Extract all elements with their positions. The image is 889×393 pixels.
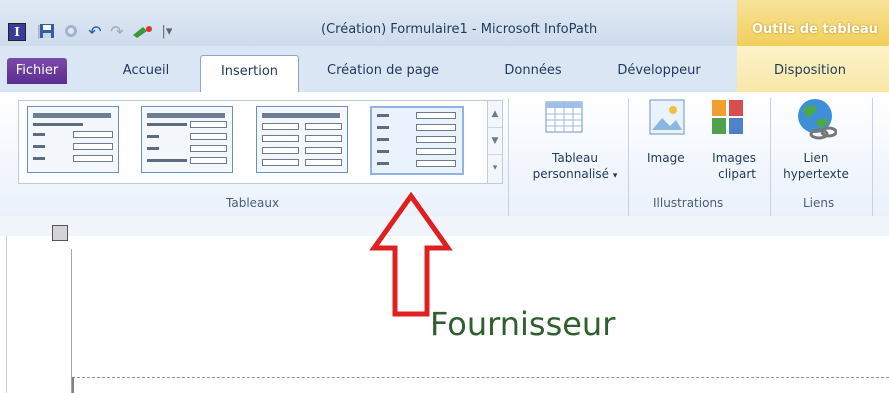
group-label-tableaux: Tableaux xyxy=(226,196,280,210)
annotation-arrow-icon xyxy=(366,190,456,320)
tab-donnees[interactable]: Données xyxy=(492,58,574,84)
clipart-label-2: clipart xyxy=(718,167,756,181)
layout-thumbnail-3[interactable] xyxy=(256,106,348,173)
custom-table-label-2: personnalisé ▾ xyxy=(532,167,618,181)
image-icon[interactable] xyxy=(648,98,686,136)
link-label-1: Lien xyxy=(803,151,829,165)
clipart-icon[interactable] xyxy=(710,98,746,136)
gallery-scrollbar[interactable]: ▲ ▼ ▾ xyxy=(487,100,503,184)
layout-table-handle[interactable] xyxy=(52,225,68,241)
canvas-left-edge xyxy=(6,236,7,393)
save-icon[interactable] xyxy=(38,22,56,40)
clipart-button-label[interactable]: Images clipart xyxy=(704,150,756,182)
window-title: (Création) Formulaire1 - Microsoft InfoP… xyxy=(321,22,598,37)
format-painter-icon[interactable] xyxy=(130,22,156,40)
group-label-illustrations: Illustrations xyxy=(653,196,724,210)
clipart-label-1: Images xyxy=(712,151,756,165)
tab-fichier[interactable]: Fichier xyxy=(7,58,67,84)
layout-thumbnail-4-selected[interactable] xyxy=(370,106,464,175)
infopath-app-icon[interactable]: I xyxy=(8,23,26,41)
hyperlink-button-label[interactable]: Lien hypertexte xyxy=(783,150,849,182)
image-button-label[interactable]: Image xyxy=(647,150,685,166)
contextual-group-label: Outils de tableau xyxy=(752,22,878,37)
gallery-scroll-down-icon[interactable]: ▼ xyxy=(488,128,502,155)
dropdown-arrow-icon: ▾ xyxy=(612,171,618,181)
tab-creation-de-page[interactable]: Création de page xyxy=(318,58,448,84)
group-label-liens: Liens xyxy=(803,196,835,210)
table-layout-gallery xyxy=(18,100,488,184)
custom-table-icon[interactable] xyxy=(543,100,587,138)
ribbon-tab-row: Fichier Accueil Insertion Création de pa… xyxy=(0,46,889,93)
undo-icon[interactable]: ↶ xyxy=(86,22,104,41)
gallery-scroll-up-icon[interactable]: ▲ xyxy=(488,101,502,128)
layout-thumbnail-1[interactable] xyxy=(27,106,119,173)
customize-qat-icon[interactable]: |▾ xyxy=(158,22,176,40)
tab-accueil[interactable]: Accueil xyxy=(110,58,182,84)
ribbon-separator xyxy=(508,98,509,216)
tab-insertion[interactable]: Insertion xyxy=(200,55,299,93)
form-heading[interactable]: Fournisseur xyxy=(430,305,615,343)
table-dashed-border xyxy=(72,377,889,378)
tab-disposition[interactable]: Disposition xyxy=(760,58,860,84)
table-cell-cursor xyxy=(72,377,74,393)
hyperlink-globe-icon[interactable] xyxy=(795,96,838,140)
layout-thumbnail-2[interactable] xyxy=(141,106,233,173)
title-bar: I | ↶ ↷ |▾ (Création) Formulaire1 - Micr… xyxy=(0,0,889,46)
ribbon-separator xyxy=(770,98,771,216)
custom-table-label-1: Tableau xyxy=(552,151,598,165)
table-left-border xyxy=(71,249,72,393)
link-label-2: hypertexte xyxy=(783,167,849,181)
ribbon-separator xyxy=(628,98,629,216)
custom-table-button[interactable]: Tableau personnalisé ▾ xyxy=(530,150,620,184)
redo-icon[interactable]: ↷ xyxy=(108,22,126,41)
preview-icon[interactable] xyxy=(62,22,80,40)
ribbon-separator xyxy=(872,98,873,216)
tab-developpeur[interactable]: Développeur xyxy=(607,58,711,84)
gallery-more-icon[interactable]: ▾ xyxy=(488,155,502,181)
